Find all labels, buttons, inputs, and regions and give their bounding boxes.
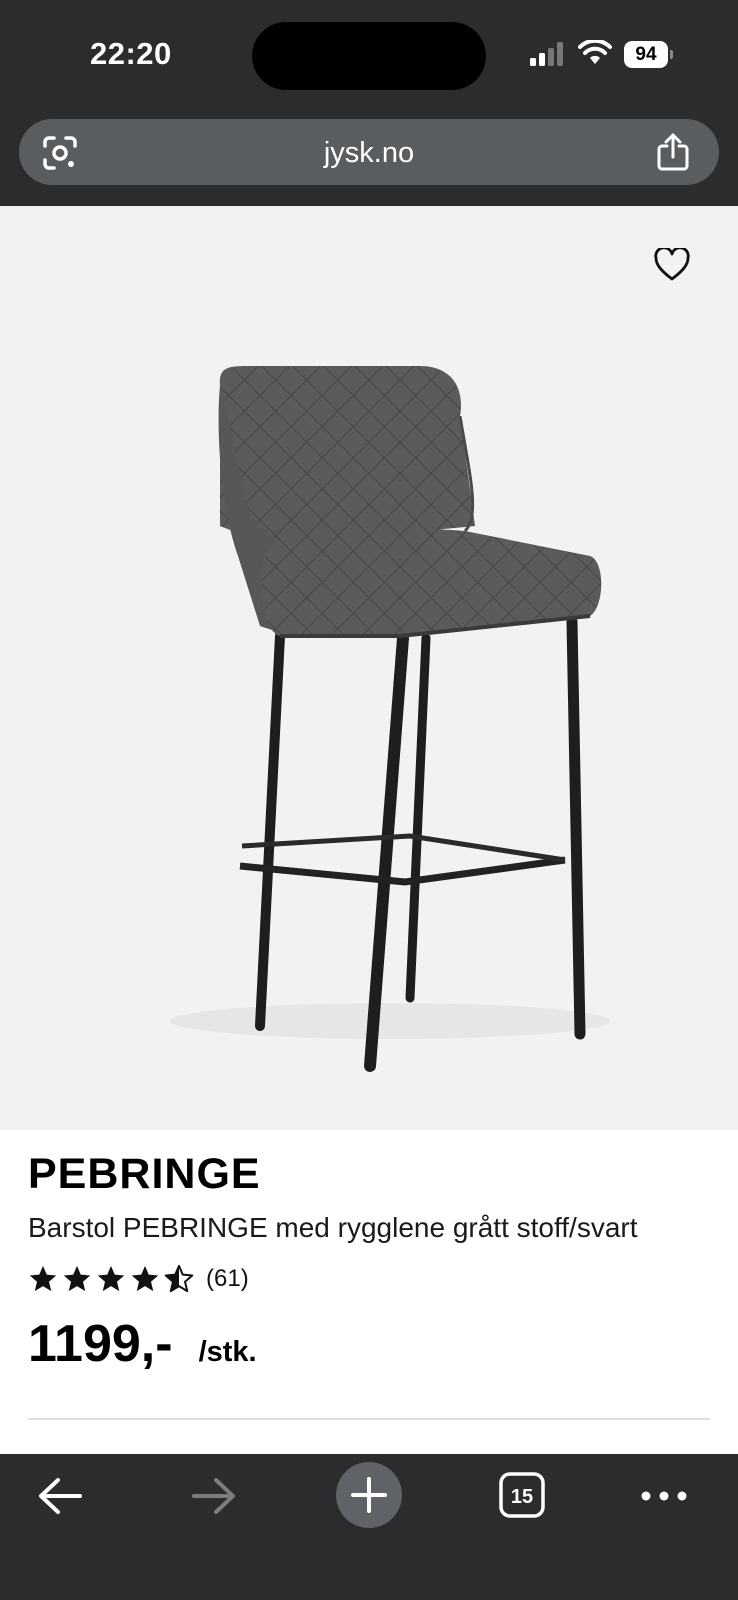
star-full-icon xyxy=(29,1265,57,1292)
product-price: 1199,- xyxy=(28,1315,173,1373)
forward-button[interactable] xyxy=(164,1454,264,1538)
back-arrow-icon xyxy=(39,1478,82,1514)
product-rating[interactable]: (61) xyxy=(28,1262,249,1296)
more-button[interactable] xyxy=(614,1454,714,1538)
product-title[interactable]: PEBRINGE xyxy=(28,1150,261,1199)
bar-stool-illustration xyxy=(170,366,610,1072)
address-bar[interactable]: jysk.no xyxy=(19,119,719,185)
product-image[interactable] xyxy=(0,206,738,1130)
url-text[interactable]: jysk.no xyxy=(19,137,719,170)
forward-arrow-icon xyxy=(192,1478,235,1514)
browser-address-area: jysk.no xyxy=(0,100,738,206)
product-info: PEBRINGE Barstol PEBRINGE med rygglene g… xyxy=(0,1130,738,1454)
battery-icon: 94 xyxy=(624,41,673,68)
tabs-icon: 15 xyxy=(499,1472,545,1518)
browser-toolbar: 15 xyxy=(0,1454,738,1600)
rating-stars xyxy=(28,1264,194,1294)
tabs-button[interactable]: 15 xyxy=(472,1454,572,1538)
product-description[interactable]: Barstol PEBRINGE med rygglene grått stof… xyxy=(28,1212,638,1244)
star-full-icon xyxy=(131,1265,159,1292)
review-count: (61) xyxy=(206,1265,249,1292)
status-bar: 22:20 94 xyxy=(0,0,738,100)
price-row: 1199,- /stk. xyxy=(28,1314,257,1374)
price-unit: /stk. xyxy=(198,1336,257,1368)
star-full-icon xyxy=(63,1265,91,1292)
star-full-icon xyxy=(97,1265,125,1292)
cellular-signal-icon xyxy=(530,42,563,66)
tab-count: 15 xyxy=(511,1486,533,1508)
new-tab-button[interactable] xyxy=(336,1462,402,1528)
more-icon xyxy=(641,1491,687,1501)
divider xyxy=(28,1418,710,1420)
battery-level: 94 xyxy=(624,41,668,68)
wifi-icon xyxy=(578,40,612,64)
back-button[interactable] xyxy=(10,1454,110,1538)
status-time: 22:20 xyxy=(90,36,172,71)
share-icon[interactable] xyxy=(655,132,691,172)
heart-icon[interactable] xyxy=(654,248,690,282)
dynamic-island xyxy=(252,22,486,90)
star-half-icon xyxy=(164,1264,194,1293)
plus-icon xyxy=(351,1477,387,1513)
